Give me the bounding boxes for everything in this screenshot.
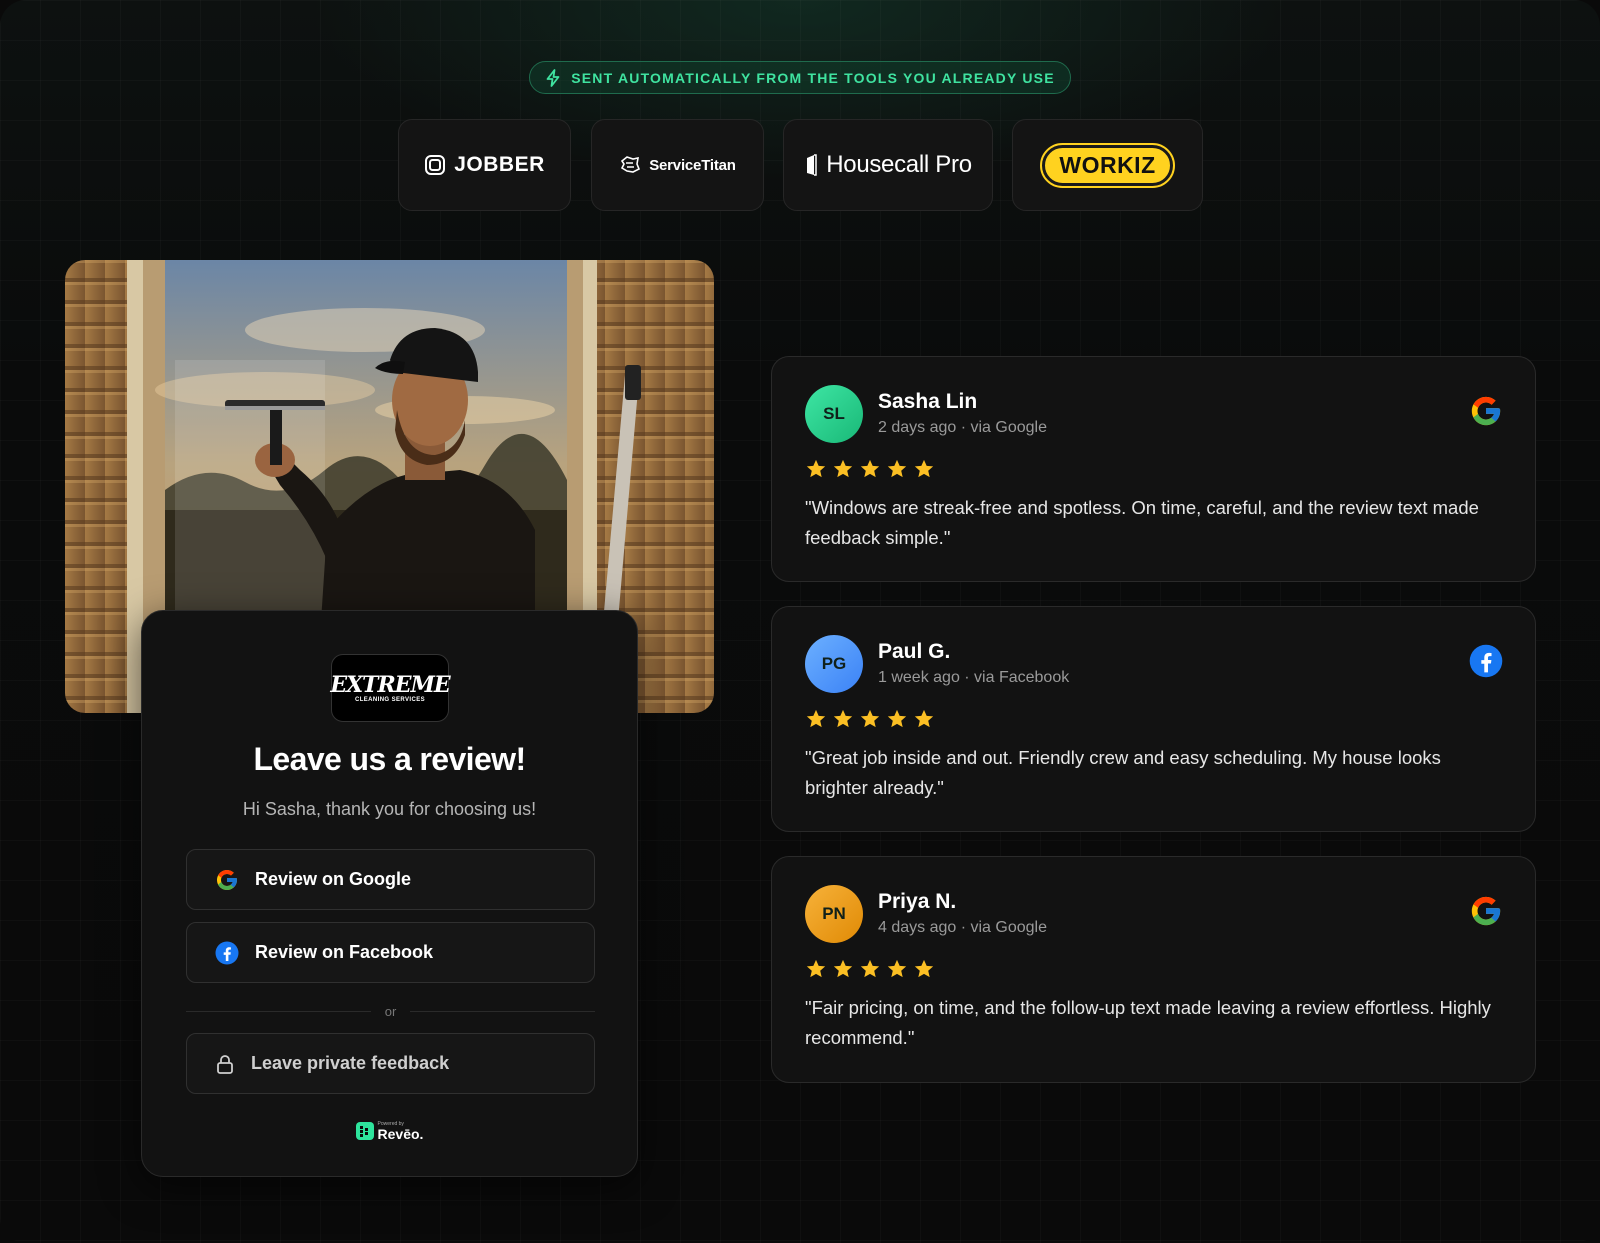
review-text: "Windows are streak-free and spotless. O… [805, 497, 1479, 548]
reveo-brand-name: Revēo. [377, 1126, 424, 1142]
star-icon [806, 709, 826, 728]
star-icon [887, 709, 907, 728]
review-request-card: EXTREME CLEANING SERVICES Leave us a rev… [141, 610, 638, 1177]
divider-line-left [186, 1010, 371, 1012]
review-meta: 2 days ago · via Google [878, 419, 1047, 436]
star-icon [806, 459, 826, 478]
star-icon [887, 959, 907, 978]
review-text: "Fair pricing, on time, and the follow-u… [805, 997, 1491, 1048]
bolt-icon [546, 68, 560, 87]
testimonial-card: SL Sasha Lin 2 days ago · via Google "Wi… [771, 356, 1536, 582]
star-rating [805, 708, 935, 730]
facebook-icon [215, 941, 239, 964]
google-icon [217, 869, 237, 890]
badge-text: SENT AUTOMATICALLY FROM THE TOOLS YOU AL… [571, 69, 1055, 86]
google-icon [1471, 396, 1501, 426]
servicetitan-logo-icon [621, 156, 641, 173]
reviewer-name: Priya N. [878, 890, 957, 913]
star-icon [860, 459, 880, 478]
workiz-label: WORKIZ [1040, 142, 1175, 188]
star-icon [833, 459, 853, 478]
review-card-subtitle: Hi Sasha, thank you for choosing us! [242, 799, 537, 819]
reviewer-name: Sasha Lin [878, 390, 978, 413]
review-meta: 4 days ago · via Google [878, 919, 1047, 936]
star-icon [914, 709, 934, 728]
star-icon [860, 959, 880, 978]
review-on-facebook-button[interactable]: Review on Facebook [186, 922, 595, 983]
star-icon [833, 959, 853, 978]
leave-private-feedback-label: Leave private feedback [251, 1053, 450, 1073]
leave-private-feedback-button[interactable]: Leave private feedback [186, 1033, 595, 1094]
lock-icon [217, 1054, 233, 1074]
integration-housecall-pro[interactable]: Housecall Pro [783, 119, 993, 211]
testimonial-card: PN Priya N. 4 days ago · via Google "Fai… [771, 856, 1536, 1083]
divider-line-right [410, 1010, 595, 1012]
star-icon [860, 709, 880, 728]
star-icon [887, 459, 907, 478]
star-icon [806, 959, 826, 978]
star-icon [833, 709, 853, 728]
testimonial-card: PG Paul G. 1 week ago · via Facebook "Gr… [771, 606, 1536, 832]
or-text: or [384, 1003, 397, 1019]
reveo-logo-icon [355, 1122, 374, 1140]
housecall-label: Housecall Pro [826, 151, 972, 178]
jobber-label: JOBBER [454, 153, 545, 176]
jobber-logo-icon [425, 155, 446, 175]
review-card-title: Leave us a review! [253, 741, 526, 777]
star-icon [914, 459, 934, 478]
review-on-facebook-label: Review on Facebook [255, 942, 434, 962]
business-logo-tagline: CLEANING SERVICES [354, 696, 426, 703]
avatar: PN [805, 885, 863, 943]
review-on-google-button[interactable]: Review on Google [186, 849, 595, 910]
or-divider: or [186, 1001, 595, 1021]
avatar: SL [805, 385, 863, 443]
powered-by-reveo: Powered by Revēo. [142, 1121, 637, 1141]
page-frame: SENT AUTOMATICALLY FROM THE TOOLS YOU AL… [0, 0, 1600, 1243]
review-on-google-label: Review on Google [255, 869, 412, 889]
star-rating [805, 958, 935, 980]
integration-jobber[interactable]: JOBBER [398, 119, 571, 211]
servicetitan-label: ServiceTitan [649, 156, 736, 174]
star-rating [805, 458, 935, 480]
review-text: "Great job inside and out. Friendly crew… [805, 747, 1441, 798]
business-logo: EXTREME CLEANING SERVICES [330, 654, 451, 722]
integration-workiz[interactable]: WORKIZ [1012, 119, 1203, 211]
google-icon [1471, 896, 1501, 926]
integration-badge: SENT AUTOMATICALLY FROM THE TOOLS YOU AL… [529, 61, 1071, 94]
review-meta: 1 week ago · via Facebook [878, 669, 1070, 686]
housecall-logo-icon [807, 154, 817, 176]
integration-servicetitan[interactable]: ServiceTitan [591, 119, 764, 211]
avatar: PG [805, 635, 863, 693]
star-icon [914, 959, 934, 978]
business-logo-name: EXTREME [330, 671, 450, 698]
facebook-icon [1469, 644, 1503, 678]
reviewer-name: Paul G. [878, 640, 951, 663]
